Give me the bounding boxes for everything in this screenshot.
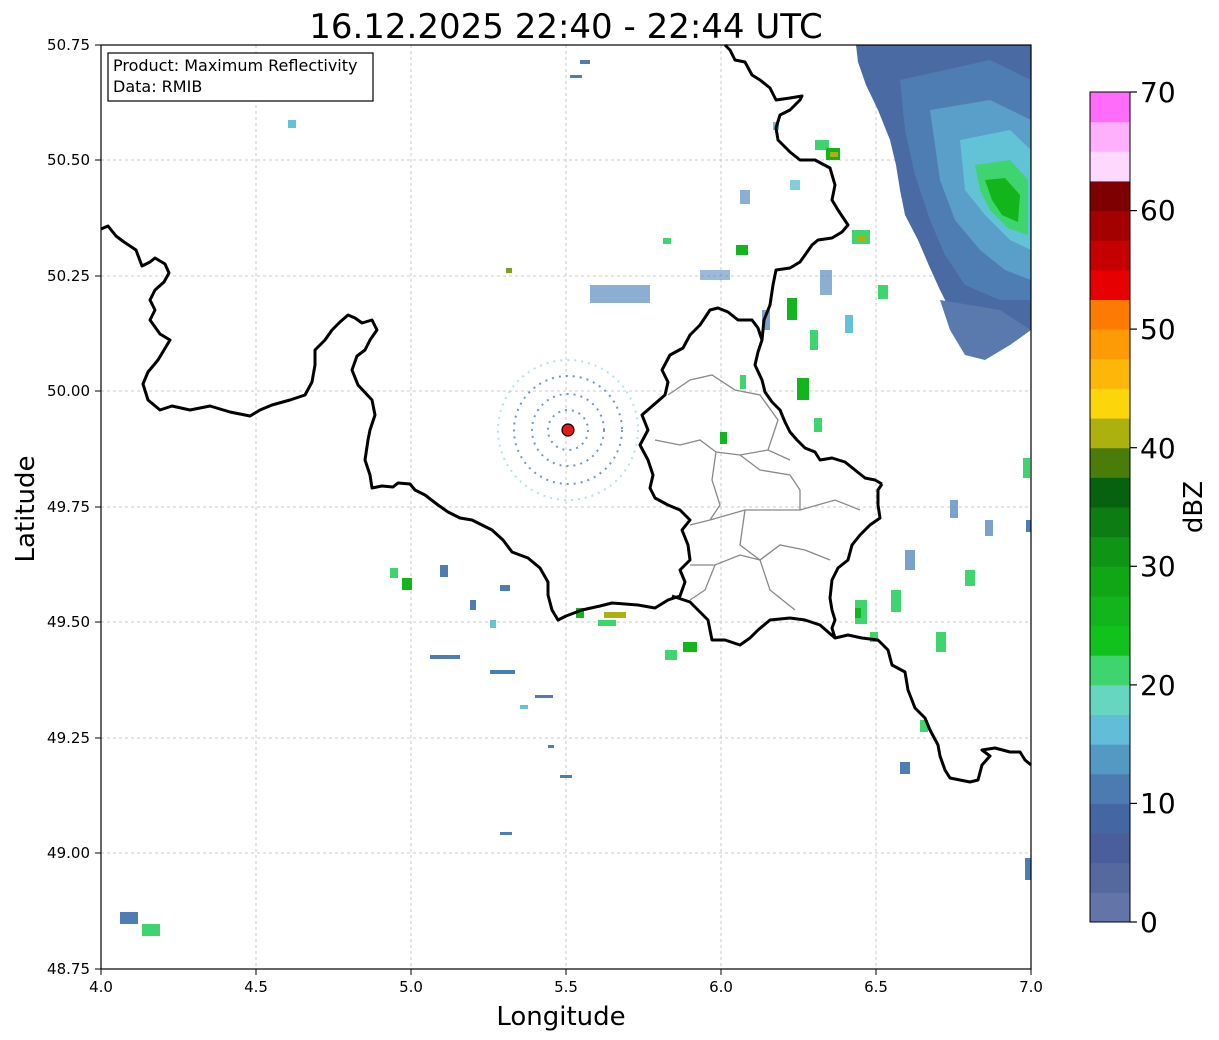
colorbar-step xyxy=(1090,803,1130,834)
colorbar-label: dBZ xyxy=(1179,481,1209,533)
colorbar-step xyxy=(1090,862,1130,893)
x-axis-label: Longitude xyxy=(496,1002,625,1032)
colorbar-step xyxy=(1090,655,1130,686)
colorbar-step xyxy=(1090,447,1130,478)
y-tick-label: 50.50 xyxy=(47,151,90,169)
colorbar-tick-label: 40 xyxy=(1140,432,1176,465)
colorbar-tick-label: 60 xyxy=(1140,194,1176,227)
colorbar-step xyxy=(1090,92,1130,123)
colorbar-step xyxy=(1090,595,1130,627)
colorbar-step xyxy=(1090,892,1130,923)
colorbar-step xyxy=(1090,566,1130,597)
colorbar-step xyxy=(1090,329,1130,360)
x-tick-label: 5.0 xyxy=(399,978,423,996)
map-area: Product: Maximum Reflectivity Data: RMIB xyxy=(100,43,1032,970)
y-tick-label: 49.75 xyxy=(47,498,90,516)
colorbar-step xyxy=(1090,299,1130,330)
y-tick-label: 49.50 xyxy=(47,613,90,631)
colorbar-step xyxy=(1090,477,1130,508)
y-axis xyxy=(95,44,101,970)
y-tick-label: 49.25 xyxy=(47,729,90,747)
x-tick-label: 4.5 xyxy=(244,978,268,996)
y-tick-label: 50.00 xyxy=(47,382,90,400)
colorbar-step xyxy=(1090,536,1130,567)
x-axis xyxy=(100,969,1032,975)
colorbar-tick-labels: 0 10 20 30 40 50 60 70 xyxy=(1140,76,1176,939)
colorbar-tick-label: 20 xyxy=(1140,669,1176,702)
x-tick-labels: 4.0 4.5 5.0 5.5 6.0 6.5 7.0 xyxy=(89,978,1043,996)
colorbar-step xyxy=(1090,180,1130,212)
x-tick-label: 6.0 xyxy=(709,978,733,996)
x-tick-label: 6.5 xyxy=(864,978,888,996)
x-tick-label: 7.0 xyxy=(1019,978,1043,996)
colorbar-step xyxy=(1090,714,1130,745)
info-product: Product: Maximum Reflectivity xyxy=(113,56,357,75)
y-tick-label: 50.25 xyxy=(47,267,90,285)
colorbar: 0 10 20 30 40 50 60 70 dBZ xyxy=(1089,76,1209,939)
colorbar-step xyxy=(1090,121,1130,152)
x-tick-label: 5.5 xyxy=(554,978,578,996)
y-tick-label: 50.75 xyxy=(47,36,90,54)
x-tick-label: 4.0 xyxy=(89,978,113,996)
radar-site-marker xyxy=(561,423,575,437)
colorbar-step xyxy=(1090,507,1130,538)
colorbar-ticks xyxy=(1130,91,1137,923)
colorbar-step xyxy=(1090,269,1130,300)
info-box: Product: Maximum Reflectivity Data: RMIB xyxy=(107,52,374,102)
colorbar-step xyxy=(1090,744,1130,775)
colorbar-tick-label: 50 xyxy=(1140,313,1176,346)
colorbar-step xyxy=(1090,684,1130,715)
colorbar-step xyxy=(1090,418,1130,449)
y-tick-label: 49.00 xyxy=(47,844,90,862)
colorbar-step xyxy=(1090,773,1130,804)
colorbar-tick-label: 10 xyxy=(1140,787,1176,820)
colorbar-step xyxy=(1090,625,1130,656)
colorbar-tick-label: 70 xyxy=(1140,76,1176,109)
colorbar-step xyxy=(1090,833,1130,864)
colorbar-step xyxy=(1090,358,1130,389)
colorbar-steps xyxy=(1090,92,1130,923)
y-tick-label: 48.75 xyxy=(47,960,90,978)
radar-figure: 16.12.2025 22:40 - 22:44 UTC Product: Ma… xyxy=(11,7,1209,1032)
colorbar-tick-label: 30 xyxy=(1140,550,1176,583)
y-axis-label: Latitude xyxy=(11,455,41,562)
colorbar-tick-label: 0 xyxy=(1140,906,1158,939)
y-tick-labels: 48.75 49.00 49.25 49.50 49.75 50.00 50.2… xyxy=(47,36,90,978)
colorbar-step xyxy=(1090,210,1130,241)
colorbar-step xyxy=(1090,388,1130,419)
colorbar-step xyxy=(1090,151,1130,182)
map-title: 16.12.2025 22:40 - 22:44 UTC xyxy=(309,7,823,47)
colorbar-step xyxy=(1090,240,1130,271)
info-data-source: Data: RMIB xyxy=(113,77,202,96)
